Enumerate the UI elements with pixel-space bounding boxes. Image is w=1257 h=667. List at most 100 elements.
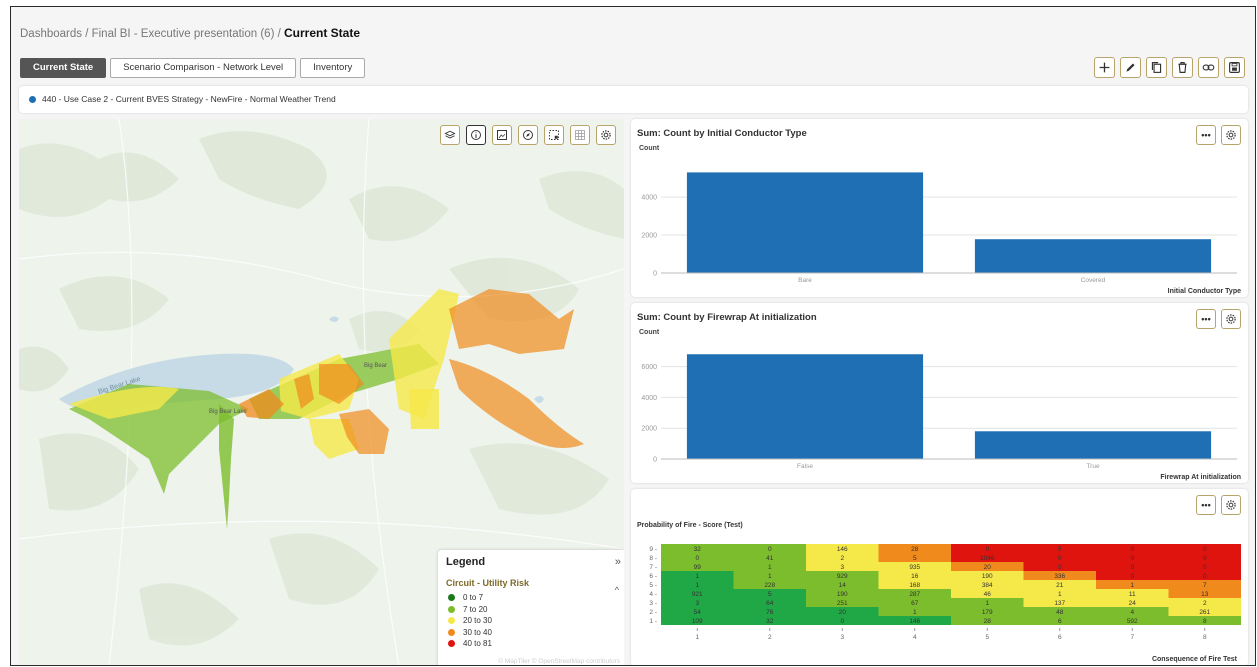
heatmap-cell-label: 137 xyxy=(1054,600,1065,607)
y-axis-label: Count xyxy=(639,145,660,152)
chart-panel-firewrap: Sum: Count by Firewrap At initialization… xyxy=(631,303,1248,483)
grid-button[interactable] xyxy=(570,125,590,145)
y-tick-label: 0 xyxy=(653,457,657,464)
heatmap-cell-label: 384 xyxy=(982,582,993,589)
scenario-bar[interactable]: 440 - Use Case 2 - Current BVES Strategy… xyxy=(19,86,1248,113)
heatmap-chart: Probability of Fire - Score (Test)32 0 146… xyxy=(637,522,1241,663)
heatmap-cell-label: 5 xyxy=(768,591,772,598)
chart-title: Probability of Fire - Score (Test) xyxy=(637,522,743,529)
delete-button[interactable] xyxy=(1172,57,1193,78)
heatmap-cell-label: 28 xyxy=(911,546,919,553)
bar xyxy=(974,239,1212,273)
heatmap-cell-label: 1 xyxy=(985,600,989,607)
tab-bar: Current State Scenario Comparison - Netw… xyxy=(20,58,366,78)
map-settings-button[interactable] xyxy=(596,125,616,145)
legend-subtitle: Circuit - Utility Risk xyxy=(446,578,530,588)
y-tick-label: 1 - xyxy=(649,618,657,625)
link-button[interactable] xyxy=(1198,57,1219,78)
bar xyxy=(686,354,924,459)
map-legend: Legend » Circuit - Utility Risk ^ 0 to 7… xyxy=(438,550,624,665)
layers-button[interactable] xyxy=(440,125,460,145)
heatmap-cell-label: 0 xyxy=(1130,564,1134,571)
scenario-label: 440 - Use Case 2 - Current BVES Strategy… xyxy=(42,94,336,104)
heatmap-cell-label: 11 xyxy=(1129,591,1136,598)
heatmap-cell-label: 64 xyxy=(766,600,774,607)
legend-item: 0 to 7 xyxy=(448,592,621,604)
heatmap-cell-label: 0 xyxy=(1203,564,1207,571)
legend-collapse-button[interactable]: ^ xyxy=(615,585,619,595)
heatmap-cell-label: 6 xyxy=(1058,618,1062,625)
heatmap-cell-label: 0 xyxy=(1203,555,1207,562)
heatmap-cell-label: 2 xyxy=(840,555,844,562)
heatmap-cell-label: 1 xyxy=(695,573,699,580)
map-panel[interactable]: Big Bear Lake Big Bear Lake Big Bear Leg… xyxy=(19,119,624,665)
save-icon xyxy=(1229,62,1240,73)
x-tick-label: 3 xyxy=(840,634,844,641)
heatmap-cell-label: 0 xyxy=(1203,573,1207,580)
heatmap-cell-label: 287 xyxy=(909,591,920,598)
add-button[interactable] xyxy=(1094,57,1115,78)
heatmap-cell-label: 7 xyxy=(1203,582,1207,589)
heatmap-cell-label: 935 xyxy=(909,564,920,571)
y-tick-label: 6000 xyxy=(641,364,657,371)
heatmap-cell-label: 8 xyxy=(1203,618,1207,625)
legend-title: Legend xyxy=(446,556,486,568)
x-tick-label: True xyxy=(1086,463,1100,470)
legend-item: 20 to 30 xyxy=(448,615,621,627)
y-tick-label: 0 xyxy=(653,271,657,278)
legend-item-label: 0 to 7 xyxy=(463,593,484,603)
heatmap-cell-label: 3 xyxy=(840,564,844,571)
heatmap-cell-label: 99 xyxy=(694,564,702,571)
save-button[interactable] xyxy=(1224,57,1245,78)
edit-button[interactable] xyxy=(1120,57,1141,78)
heatmap-cell-label: 1 xyxy=(695,582,699,589)
heatmap-cell-label: 21 xyxy=(1056,582,1064,589)
bar xyxy=(974,431,1212,459)
y-tick-label: 4 - xyxy=(649,591,657,598)
heatmap-cell-label: 190 xyxy=(982,573,993,580)
heatmap-cell-label: 32 xyxy=(766,618,774,625)
legend-item-label: 30 to 40 xyxy=(463,627,492,637)
heatmap-cell-label: 41 xyxy=(766,555,774,562)
info-button[interactable] xyxy=(466,125,486,145)
x-tick-label: 5 xyxy=(985,634,989,641)
settings-icon xyxy=(601,130,611,140)
x-axis-label: Firewrap At initialization xyxy=(1160,474,1241,481)
dashboard-toolbar xyxy=(1094,57,1245,78)
app-window: Dashboards / Final BI - Executive presen… xyxy=(10,6,1256,666)
x-tick-label: 1 xyxy=(695,634,699,641)
heatmap-cell-label: 0 xyxy=(1058,564,1062,571)
legend-swatch xyxy=(448,594,455,602)
heatmap-cell-label: 1 xyxy=(768,573,772,580)
heatmap-cell-label: 5 xyxy=(913,555,917,562)
y-tick-label: 5 - xyxy=(649,582,657,589)
copy-icon xyxy=(1151,62,1162,73)
map-place-label-3: Big Bear xyxy=(364,363,387,369)
heatmap-cell-label: 179 xyxy=(982,609,993,616)
heatmap-cell-label: 0 xyxy=(695,555,699,562)
bar xyxy=(686,172,924,273)
chart-panel-conductor-type: Sum: Count by Initial Conductor Type •••… xyxy=(631,119,1248,297)
legend-item: 40 to 81 xyxy=(448,638,621,650)
bar-chart: Count 0 2000 4000 6000 False True Firewrap At i… xyxy=(639,329,1241,481)
scenario-dot xyxy=(29,96,36,103)
heatmap-cell-label: 146 xyxy=(837,546,848,553)
bar-chart: Count 0 2000 4000 Bare Covered Initial Conduct… xyxy=(639,145,1241,295)
y-tick-label: 2 - xyxy=(649,609,657,616)
legend-item-label: 7 to 20 xyxy=(463,604,488,614)
compass-button[interactable] xyxy=(518,125,538,145)
legend-expand-button[interactable]: » xyxy=(615,556,621,568)
tab-scenario-comparison[interactable]: Scenario Comparison - Network Level xyxy=(110,58,297,78)
heatmap-cell-label: 14 xyxy=(839,582,847,589)
heatmap-cell-label: 2 xyxy=(1203,600,1207,607)
breadcrumb-path[interactable]: Dashboards / Final BI - Executive presen… xyxy=(20,28,284,40)
y-tick-label: 3 - xyxy=(649,600,657,607)
legend-item-label: 20 to 30 xyxy=(463,616,492,626)
select-button[interactable] xyxy=(544,125,564,145)
copy-button[interactable] xyxy=(1146,57,1167,78)
tab-current-state[interactable]: Current State xyxy=(20,58,107,78)
x-tick-label: 2 xyxy=(768,634,772,641)
tab-inventory[interactable]: Inventory xyxy=(300,58,366,78)
image-button[interactable] xyxy=(492,125,512,145)
heatmap-cell-label: 76 xyxy=(766,609,774,616)
